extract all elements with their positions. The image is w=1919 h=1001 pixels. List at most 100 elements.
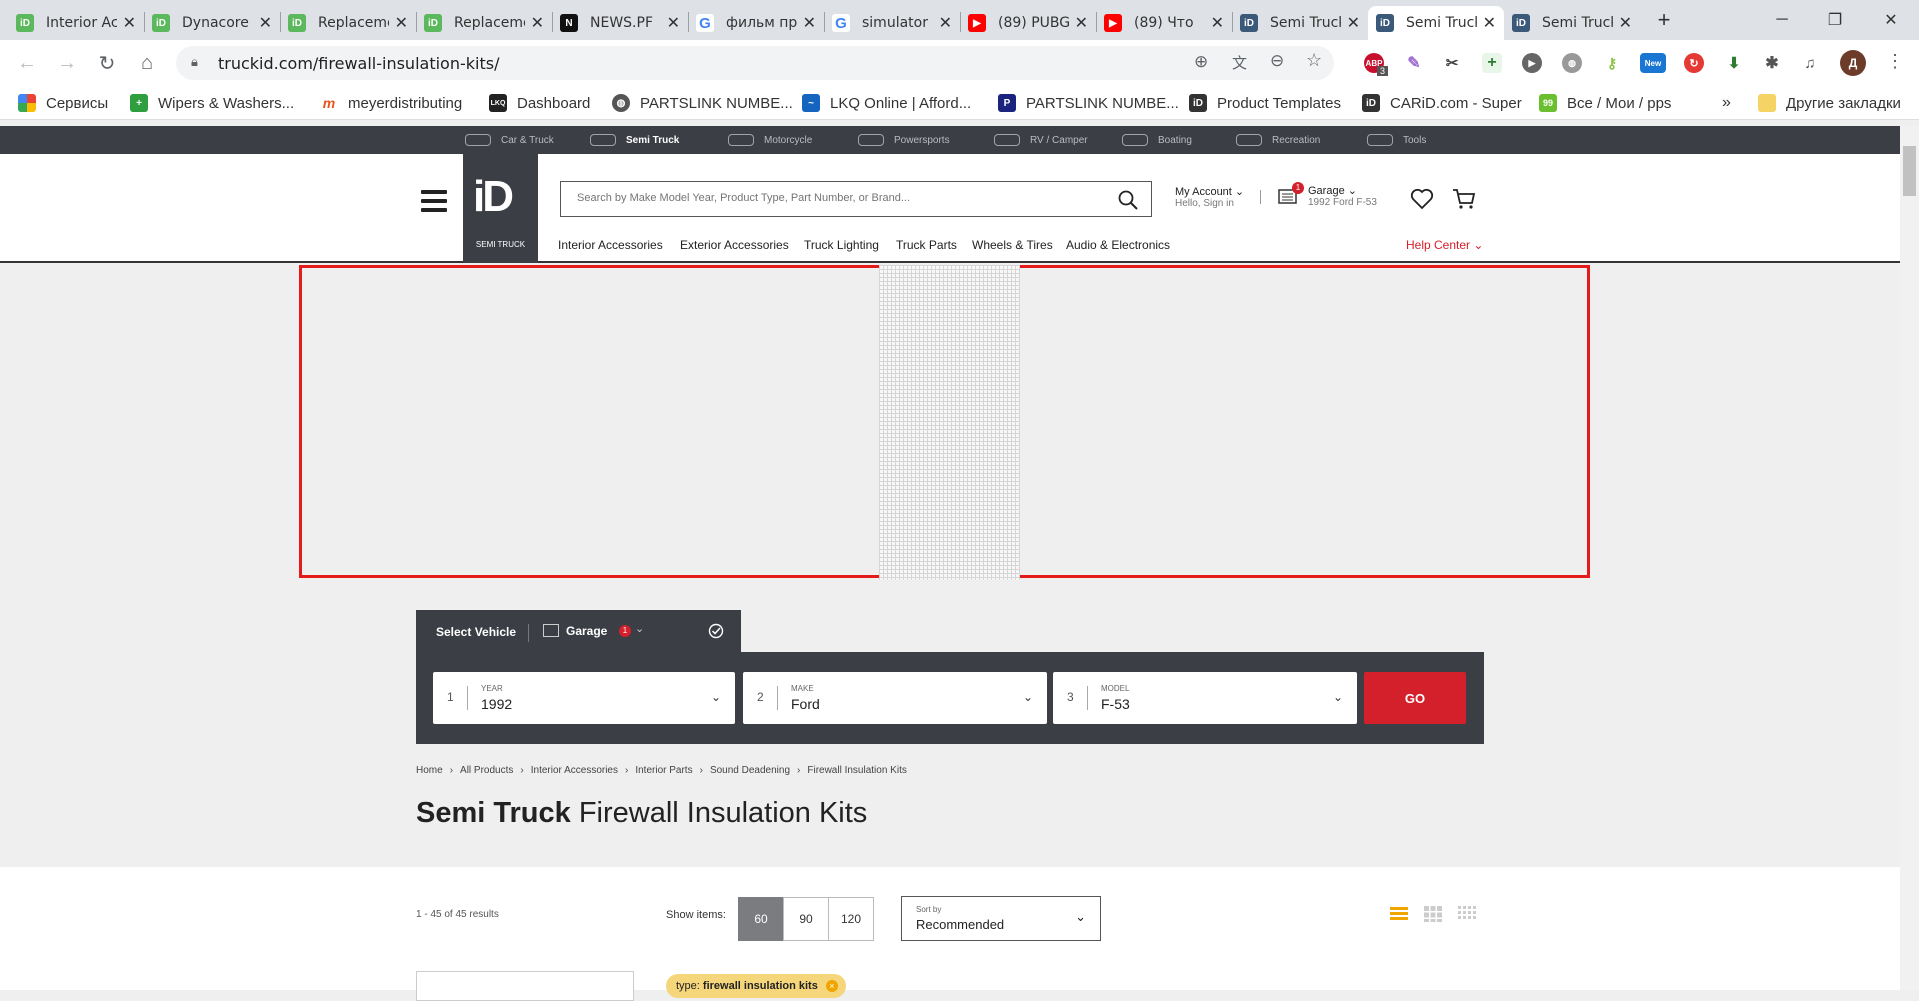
tab-6[interactable]: Gфильм про ✕ xyxy=(688,6,824,40)
main-nav-exterior-accessories[interactable]: Exterior Accessories xyxy=(680,238,789,252)
refresh-extension-icon[interactable]: ↻ xyxy=(1684,53,1704,73)
tab-4[interactable]: iD Replacement ✕ xyxy=(416,6,552,40)
bookmark-pps[interactable]: 99 Все / Мои / pps xyxy=(1539,94,1671,112)
remove-filter-icon[interactable]: × xyxy=(825,980,838,992)
bookmark-lkq[interactable]: ~ LKQ Online | Afford... xyxy=(802,94,971,112)
category-powersports[interactable]: Powersports xyxy=(858,134,950,146)
scrollbar-thumb[interactable] xyxy=(1903,146,1916,196)
tab-1[interactable]: iD Interior Accessories ✕ xyxy=(8,6,144,40)
star-icon[interactable]: ☆ xyxy=(1306,50,1322,71)
restore-icon[interactable]: ❐ xyxy=(1807,0,1863,40)
tab-5[interactable]: N NEWS.PF ✕ xyxy=(552,6,688,40)
minimize-icon[interactable]: ─ xyxy=(1754,0,1810,40)
tab-select-vehicle[interactable]: Select Vehicle xyxy=(436,625,516,639)
per-page-60[interactable]: 60 xyxy=(738,897,784,941)
sort-select[interactable]: Sort by Recommended ⌄ xyxy=(901,896,1101,941)
add-icon[interactable]: ⊕ xyxy=(1194,52,1208,72)
hamburger-menu-icon[interactable] xyxy=(421,190,447,212)
tab-close-icon[interactable]: ✕ xyxy=(667,13,680,33)
tab-close-icon[interactable]: ✕ xyxy=(939,13,952,33)
tab-close-icon[interactable]: ✕ xyxy=(395,13,408,33)
breadcrumb-item[interactable]: Sound Deadening xyxy=(710,765,790,776)
download-extension-icon[interactable]: ⬇ xyxy=(1724,53,1744,73)
site-logo[interactable]: iD SEMI TRUCK xyxy=(463,154,538,263)
tab-2[interactable]: iD Dynacore ✕ xyxy=(144,6,280,40)
zoom-icon[interactable]: ⊖ xyxy=(1270,51,1284,71)
key-icon[interactable]: ⚷ xyxy=(1602,53,1622,73)
go-button[interactable]: GO xyxy=(1364,672,1466,724)
ad-banner-image[interactable] xyxy=(879,265,1020,580)
year-select[interactable]: 1 YEAR 1992 ⌄ xyxy=(433,672,735,724)
category-tools[interactable]: Tools xyxy=(1367,134,1426,146)
make-select[interactable]: 2 MAKE Ford ⌄ xyxy=(743,672,1047,724)
main-nav-interior-accessories[interactable]: Interior Accessories xyxy=(558,238,663,252)
main-nav-truck-parts[interactable]: Truck Parts xyxy=(896,238,957,252)
check-circle-icon[interactable] xyxy=(708,623,724,639)
other-bookmarks[interactable]: Другие закладки xyxy=(1758,94,1901,112)
breadcrumb-item[interactable]: Home xyxy=(416,765,443,776)
filter-chip[interactable]: type: firewall insulation kits × xyxy=(666,974,846,998)
bookmark-dashboard[interactable]: LKQ Dashboard xyxy=(489,94,590,112)
wishlist-heart-icon[interactable] xyxy=(1410,188,1434,210)
tab-close-icon[interactable]: ✕ xyxy=(259,13,272,33)
category-motorcycle[interactable]: Motorcycle xyxy=(728,134,812,146)
category-car-truck[interactable]: Car & Truck xyxy=(465,134,554,146)
tab-close-icon[interactable]: ✕ xyxy=(123,13,136,33)
account-menu[interactable]: My Account ⌄ Hello, Sign in xyxy=(1175,185,1244,209)
cart-icon[interactable] xyxy=(1452,188,1476,210)
main-nav-audio-electronics[interactable]: Audio & Electronics xyxy=(1066,238,1170,252)
profile-avatar[interactable]: Д xyxy=(1840,50,1866,76)
pen-icon[interactable]: ✎ xyxy=(1404,53,1424,73)
tab-close-icon[interactable]: ✕ xyxy=(1619,13,1632,33)
per-page-90[interactable]: 90 xyxy=(783,897,829,941)
translate-icon[interactable]: 文 xyxy=(1232,52,1247,73)
tab-8[interactable]: ▶ (89) PUBG ✕ xyxy=(960,6,1096,40)
tab-close-icon[interactable]: ✕ xyxy=(1075,13,1088,33)
breadcrumb-item[interactable]: Interior Parts xyxy=(635,765,692,776)
help-center-link[interactable]: Help Center ⌄ xyxy=(1406,238,1483,252)
search-icon[interactable] xyxy=(1118,190,1138,210)
add-extension-icon[interactable]: + xyxy=(1482,53,1502,73)
tab-10[interactable]: iD Semi Truck ✕ xyxy=(1232,6,1368,40)
compact-grid-view-icon[interactable] xyxy=(1458,906,1476,922)
new-extension-icon[interactable]: New xyxy=(1640,53,1666,73)
tab-close-icon[interactable]: ✕ xyxy=(1483,13,1496,33)
breadcrumb-item[interactable]: Interior Accessories xyxy=(531,765,618,776)
list-view-icon[interactable] xyxy=(1390,906,1408,922)
new-tab-button[interactable]: + xyxy=(1636,0,1692,40)
tab-close-icon[interactable]: ✕ xyxy=(1347,13,1360,33)
category-semi-truck[interactable]: Semi Truck xyxy=(590,134,679,146)
grid-view-icon[interactable] xyxy=(1424,906,1442,922)
bookmark-wipers[interactable]: + Wipers & Washers... xyxy=(130,94,294,112)
home-icon[interactable]: ⌂ xyxy=(134,50,160,76)
menu-icon[interactable]: ⋮ xyxy=(1886,51,1904,72)
category-recreation[interactable]: Recreation xyxy=(1236,134,1320,146)
breadcrumb-item[interactable]: All Products xyxy=(460,765,513,776)
back-icon[interactable]: ← xyxy=(14,50,40,76)
model-select[interactable]: 3 MODEL F-53 ⌄ xyxy=(1053,672,1357,724)
garage-menu[interactable]: 1 Garage ⌄ 1992 Ford F-53 xyxy=(1278,182,1377,208)
tab-7[interactable]: Gsimulator ✕ xyxy=(824,6,960,40)
main-nav-truck-lighting[interactable]: Truck Lighting xyxy=(804,238,879,252)
page-scrollbar[interactable] xyxy=(1900,126,1919,990)
per-page-120[interactable]: 120 xyxy=(828,897,874,941)
category-boating[interactable]: Boating xyxy=(1122,134,1192,146)
tab-3[interactable]: iD Replacement ✕ xyxy=(280,6,416,40)
search-input[interactable] xyxy=(577,192,1097,204)
bookmarks-overflow[interactable]: » xyxy=(1722,94,1731,112)
close-window-icon[interactable]: ✕ xyxy=(1863,0,1919,40)
tab-garage[interactable]: Garage xyxy=(566,624,607,638)
puzzle-icon[interactable]: ✱ xyxy=(1762,53,1782,73)
forward-icon[interactable]: → xyxy=(54,50,80,76)
tab-close-icon[interactable]: ✕ xyxy=(803,13,816,33)
media-icon[interactable]: ♫ xyxy=(1800,53,1820,73)
bookmark-product-templates[interactable]: iD Product Templates xyxy=(1189,94,1341,112)
tab-11[interactable]: iD Semi Truck ✕ xyxy=(1368,6,1504,40)
reload-icon[interactable]: ↻ xyxy=(94,50,120,76)
tab-12[interactable]: iD Semi Truck ✕ xyxy=(1504,6,1640,40)
bookmark-partslink-2[interactable]: P PARTSLINK NUMBE... xyxy=(998,94,1179,112)
tab-close-icon[interactable]: ✕ xyxy=(531,13,544,33)
globe-icon[interactable]: ◍ xyxy=(1562,53,1582,73)
scissors-icon[interactable]: ✂ xyxy=(1442,53,1462,73)
tab-close-icon[interactable]: ✕ xyxy=(1211,13,1224,33)
